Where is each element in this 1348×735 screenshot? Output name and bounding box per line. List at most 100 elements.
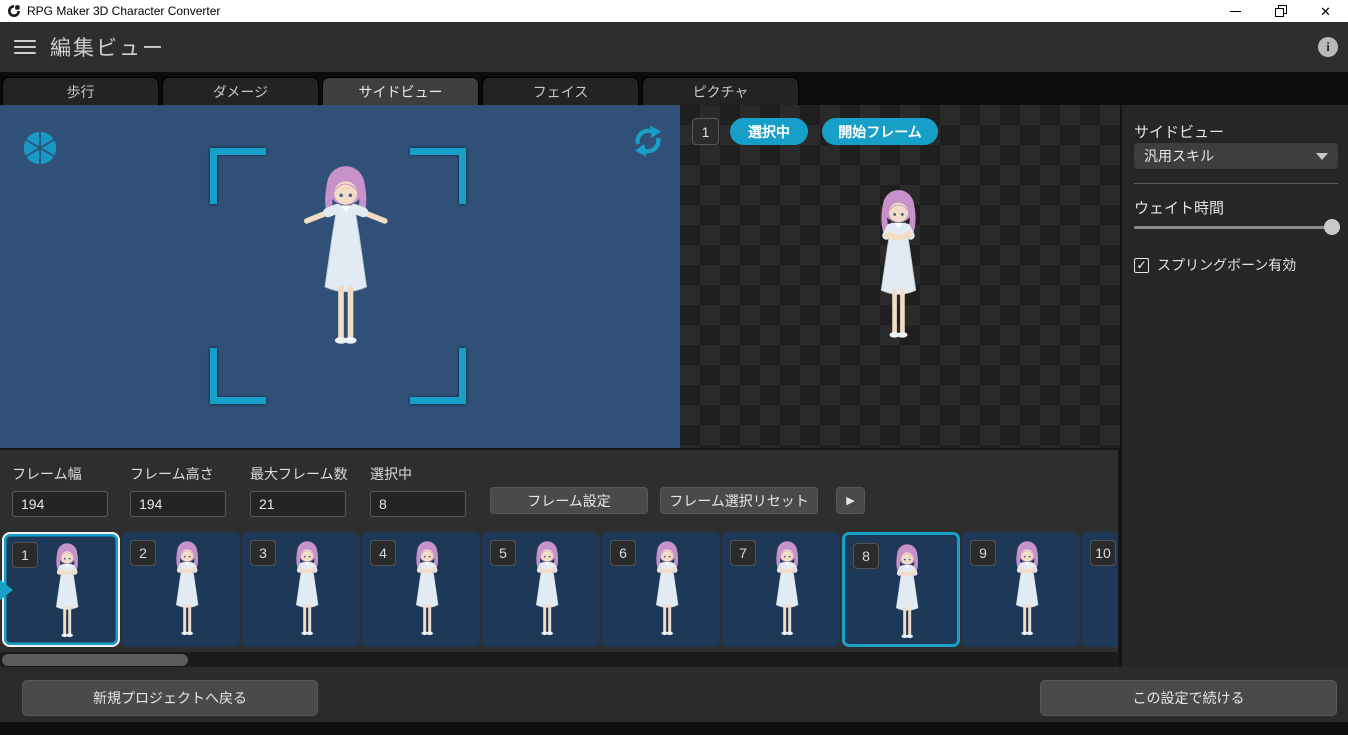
tab-damage[interactable]: ダメージ bbox=[162, 77, 319, 105]
minimize-button[interactable] bbox=[1213, 0, 1258, 22]
selected-frame-label: 選択中 bbox=[370, 464, 466, 484]
frame-number-indicator: 1 bbox=[692, 118, 719, 145]
wait-time-slider[interactable] bbox=[1134, 219, 1340, 235]
frame-strip: 1 2 bbox=[0, 532, 1120, 649]
animation-type-dropdown[interactable]: 汎用スキル bbox=[1134, 143, 1338, 169]
capture-bracket-top-left bbox=[210, 148, 266, 204]
close-icon: ✕ bbox=[1320, 5, 1331, 18]
restore-button[interactable] bbox=[1258, 0, 1303, 22]
frame-thumbnail[interactable]: 4 bbox=[362, 532, 480, 647]
wait-time-label: ウェイト時間 bbox=[1134, 197, 1224, 218]
frame-number-badge: 5 bbox=[490, 540, 516, 566]
frame-thumbnail[interactable]: 10 bbox=[1082, 532, 1120, 647]
capture-bracket-bottom-right bbox=[410, 348, 466, 404]
window-title: RPG Maker 3D Character Converter bbox=[27, 4, 220, 18]
start-frame-toggle-button[interactable]: 開始フレーム bbox=[822, 118, 938, 145]
back-to-new-project-button[interactable]: 新規プロジェクトへ戻る bbox=[22, 680, 318, 716]
frame-height-field: フレーム高さ bbox=[130, 464, 226, 517]
sidebar-divider bbox=[1134, 183, 1338, 184]
close-button[interactable]: ✕ bbox=[1303, 0, 1348, 22]
frame-number-badge: 7 bbox=[730, 540, 756, 566]
aperture-icon[interactable] bbox=[20, 128, 60, 168]
frame-character-sprite bbox=[761, 538, 813, 641]
sidebar-title: サイドビュー bbox=[1134, 121, 1224, 142]
frame-width-field: フレーム幅 bbox=[12, 464, 108, 517]
tab-picture[interactable]: ピクチャ bbox=[642, 77, 799, 105]
character-preview-viewport bbox=[0, 105, 680, 448]
sprite-frame-panel: 1 選択中 開始フレーム bbox=[680, 105, 1120, 448]
character-sprite-preview bbox=[858, 185, 939, 347]
frame-number-badge: 2 bbox=[130, 540, 156, 566]
frame-thumbnail[interactable]: 5 bbox=[482, 532, 600, 647]
info-button[interactable]: i bbox=[1318, 37, 1338, 57]
minimize-icon bbox=[1230, 11, 1241, 12]
selected-frame-arrow-icon bbox=[0, 579, 13, 601]
check-icon: ✓ bbox=[1136, 258, 1146, 272]
frame-character-sprite bbox=[641, 538, 693, 641]
frame-reset-button[interactable]: フレーム選択リセット bbox=[660, 487, 818, 514]
horizontal-scrollbar[interactable] bbox=[0, 652, 1118, 667]
tab-sideview[interactable]: サイドビュー bbox=[322, 77, 479, 105]
frame-height-label: フレーム高さ bbox=[130, 464, 226, 484]
page-title: 編集ビュー bbox=[50, 32, 165, 62]
frame-width-label: フレーム幅 bbox=[12, 464, 108, 484]
max-frames-field: 最大フレーム数 bbox=[250, 464, 348, 517]
spring-bone-row[interactable]: ✓ スプリングボーン有効 bbox=[1134, 255, 1296, 275]
bottom-edge-strip bbox=[0, 722, 1348, 735]
tab-bar: 歩行 ダメージ サイドビュー フェイス ピクチャ bbox=[0, 72, 1348, 105]
window-controls: ✕ bbox=[1213, 0, 1348, 22]
slider-track[interactable] bbox=[1134, 226, 1340, 229]
frame-thumbnail[interactable]: 1 bbox=[2, 532, 120, 647]
footer-bar: 新規プロジェクトへ戻る この設定で続ける bbox=[0, 667, 1348, 722]
app-header: 編集ビュー i bbox=[0, 22, 1348, 72]
frame-thumbnail[interactable]: 9 bbox=[962, 532, 1080, 647]
frame-number-badge: 1 bbox=[12, 542, 38, 568]
dropdown-value: 汎用スキル bbox=[1144, 146, 1214, 166]
frame-width-input[interactable] bbox=[12, 491, 108, 517]
refresh-icon[interactable] bbox=[630, 123, 666, 159]
frame-settings-panel: フレーム幅 フレーム高さ 最大フレーム数 選択中 フレーム設定 フレーム選択リセ… bbox=[0, 448, 1120, 667]
max-frames-input[interactable] bbox=[250, 491, 346, 517]
tab-walk[interactable]: 歩行 bbox=[2, 77, 159, 105]
continue-button[interactable]: この設定で続ける bbox=[1040, 680, 1337, 716]
spring-bone-checkbox[interactable]: ✓ bbox=[1134, 258, 1149, 273]
frame-set-button[interactable]: フレーム設定 bbox=[490, 487, 648, 514]
frame-thumbnail[interactable]: 7 bbox=[722, 532, 840, 647]
frame-character-sprite bbox=[41, 540, 93, 643]
frame-character-sprite bbox=[401, 538, 453, 641]
tab-face[interactable]: フェイス bbox=[482, 77, 639, 105]
frame-thumbnail[interactable]: 3 bbox=[242, 532, 360, 647]
wait-time-slider-thumb[interactable] bbox=[1324, 219, 1340, 235]
frame-height-input[interactable] bbox=[130, 491, 226, 517]
frame-number-badge: 10 bbox=[1090, 540, 1116, 566]
spring-bone-label: スプリングボーン有効 bbox=[1157, 255, 1296, 275]
capture-bracket-bottom-left bbox=[210, 348, 266, 404]
frame-thumbnail[interactable]: 2 bbox=[122, 532, 240, 647]
restore-icon bbox=[1275, 5, 1287, 17]
play-button[interactable]: ▶ bbox=[836, 487, 865, 514]
app-logo-icon bbox=[7, 4, 21, 18]
frame-number-badge: 8 bbox=[853, 543, 879, 569]
character-model-tpose bbox=[297, 160, 395, 355]
sideview-settings-sidebar: サイドビュー 汎用スキル ウェイト時間 ✓ スプリングボーン有効 bbox=[1120, 105, 1348, 667]
chevron-down-icon bbox=[1316, 153, 1328, 160]
frame-character-sprite bbox=[161, 538, 213, 641]
scrollbar-thumb[interactable] bbox=[2, 654, 188, 666]
frame-number-badge: 3 bbox=[250, 540, 276, 566]
frame-number-badge: 9 bbox=[970, 540, 996, 566]
menu-button[interactable] bbox=[14, 40, 36, 55]
frame-character-sprite bbox=[521, 538, 573, 641]
frame-thumbnail[interactable]: 6 bbox=[602, 532, 720, 647]
frame-character-sprite bbox=[281, 538, 333, 641]
frame-number-badge: 4 bbox=[370, 540, 396, 566]
selected-frame-field: 選択中 bbox=[370, 464, 466, 517]
selected-toggle-button[interactable]: 選択中 bbox=[730, 118, 808, 145]
frame-character-sprite bbox=[1001, 538, 1053, 641]
frame-thumbnail[interactable]: 8 bbox=[842, 532, 960, 647]
os-titlebar: RPG Maker 3D Character Converter ✕ bbox=[0, 0, 1348, 22]
frame-number-badge: 6 bbox=[610, 540, 636, 566]
frame-character-sprite bbox=[881, 541, 933, 644]
capture-bracket-top-right bbox=[410, 148, 466, 204]
selected-frame-input[interactable] bbox=[370, 491, 466, 517]
max-frames-label: 最大フレーム数 bbox=[250, 464, 348, 484]
